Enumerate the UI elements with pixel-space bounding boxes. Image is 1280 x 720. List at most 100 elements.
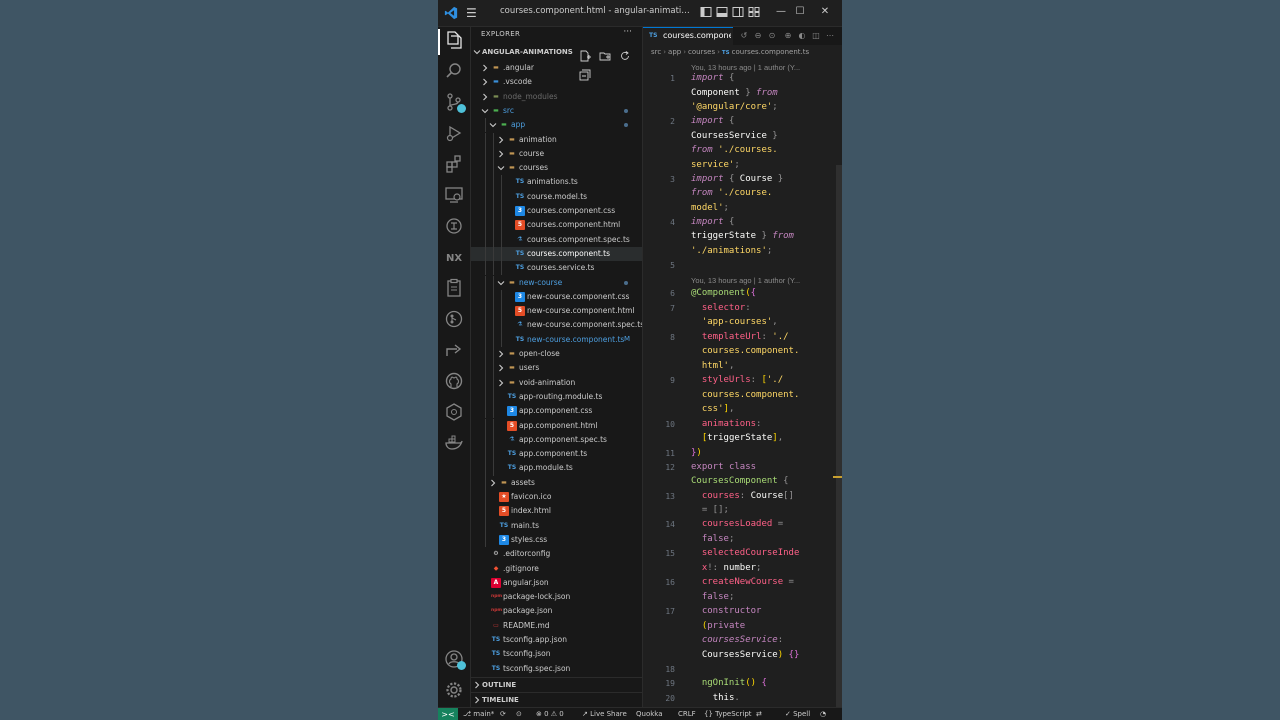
- docker-icon[interactable]: [444, 433, 464, 453]
- tree-item[interactable]: TS new-course.component.ts M: [471, 332, 642, 347]
- tree-item[interactable]: ▬ assets: [471, 475, 642, 490]
- search-icon[interactable]: [444, 61, 464, 81]
- revision-icon[interactable]: ⊙: [767, 30, 777, 42]
- eol-indicator[interactable]: CRLF: [678, 710, 696, 718]
- previous-change-icon[interactable]: ⊖: [753, 30, 763, 42]
- live-share-button[interactable]: ↗ Live Share: [582, 710, 627, 718]
- tree-item[interactable]: 5 index.html: [471, 504, 642, 519]
- compare-icon[interactable]: ◐: [797, 30, 807, 42]
- chevron-right-icon[interactable]: [497, 379, 505, 387]
- tree-item[interactable]: TS tsconfig.spec.json: [471, 662, 642, 676]
- tree-item[interactable]: TS tsconfig.json: [471, 647, 642, 661]
- tree-item[interactable]: ⚗ courses.component.spec.ts: [471, 232, 642, 247]
- more-actions-icon[interactable]: ···: [623, 27, 632, 37]
- toggle-panel-icon[interactable]: [716, 6, 728, 18]
- tree-item[interactable]: 3 app.component.css: [471, 404, 642, 419]
- tree-item[interactable]: Aangular.json: [471, 576, 642, 590]
- language-mode[interactable]: {} TypeScript: [704, 710, 752, 718]
- tree-item[interactable]: ⚗ new-course.component.spec.ts: [471, 318, 642, 333]
- quokka-button[interactable]: Quokka: [636, 710, 663, 718]
- chevron-right-icon[interactable]: [489, 479, 497, 487]
- explorer-icon[interactable]: [444, 30, 464, 50]
- code-editor[interactable]: You, 13 hours ago | 1 author (Y... You, …: [643, 57, 842, 707]
- codelens-blame[interactable]: You, 13 hours ago | 1 author (Y...: [691, 63, 800, 72]
- nx-console-icon[interactable]: NX: [444, 247, 464, 267]
- tree-item[interactable]: ▬ open-close: [471, 347, 642, 362]
- chevron-right-icon[interactable]: [481, 64, 489, 72]
- menu-icon[interactable]: ☰: [466, 6, 480, 20]
- tree-item[interactable]: TS courses.service.ts: [471, 261, 642, 276]
- extensions-icon[interactable]: [444, 154, 464, 174]
- breadcrumb-courses[interactable]: courses: [688, 48, 715, 56]
- tree-item[interactable]: ▬ void-animation: [471, 375, 642, 390]
- tree-item[interactable]: TS animations.ts: [471, 175, 642, 190]
- spell-check[interactable]: ✓ Spell: [785, 710, 810, 718]
- close-button[interactable]: ✕: [816, 4, 834, 20]
- branch-indicator[interactable]: ⎇ main*: [463, 710, 494, 718]
- scrollbar-thumb[interactable]: [836, 165, 842, 707]
- tree-item[interactable]: ◆ .gitignore: [471, 562, 642, 576]
- tree-item[interactable]: TS courses.component.ts: [471, 246, 642, 262]
- more-editor-actions-icon[interactable]: ⋯: [825, 30, 835, 42]
- tree-item[interactable]: 3 courses.component.css: [471, 204, 642, 219]
- tree-item[interactable]: npm package.json: [471, 604, 642, 618]
- tree-item[interactable]: ▬ users: [471, 361, 642, 376]
- customize-layout-icon[interactable]: [748, 6, 760, 18]
- codelens-blame[interactable]: You, 13 hours ago | 1 author (Y...: [691, 276, 800, 285]
- tree-item[interactable]: ★ favicon.ico: [471, 490, 642, 505]
- chevron-right-icon[interactable]: [497, 350, 505, 358]
- chevron-down-icon[interactable]: [489, 121, 497, 129]
- manage-gear-icon[interactable]: [444, 680, 464, 700]
- tree-item[interactable]: TS app.module.ts: [471, 461, 642, 476]
- tree-item[interactable]: 5 new-course.component.html: [471, 304, 642, 319]
- maximize-button[interactable]: ☐: [791, 4, 809, 20]
- remote-status-icon[interactable]: ⇄: [756, 710, 762, 718]
- tree-item[interactable]: 3 new-course.component.css: [471, 289, 642, 305]
- vertical-scrollbar[interactable]: [836, 45, 842, 707]
- tree-item[interactable]: TS tsconfig.app.json: [471, 633, 642, 647]
- breadcrumb-app[interactable]: app: [668, 48, 681, 56]
- tree-item[interactable]: ▬ courses: [471, 161, 642, 176]
- source-control-icon[interactable]: [444, 92, 466, 113]
- vscode-logo-icon[interactable]: [444, 6, 458, 20]
- gitlens-status-icon[interactable]: ⊙: [516, 710, 522, 718]
- tree-item[interactable]: ▬ course: [471, 146, 642, 162]
- breadcrumb-file[interactable]: courses.component.ts: [732, 48, 810, 56]
- tree-item[interactable]: ▬ .vscode: [471, 75, 642, 89]
- tree-item[interactable]: TS app-routing.module.ts: [471, 389, 642, 405]
- tab-courses-component-ts[interactable]: TS courses.compone: [643, 27, 733, 46]
- workspace-root[interactable]: ANGULAR-ANIMATIONS: [471, 46, 642, 81]
- notifications-icon[interactable]: ◔: [820, 710, 826, 718]
- github-icon[interactable]: [444, 371, 464, 391]
- tree-item[interactable]: TS app.component.ts: [471, 447, 642, 462]
- gitlens-icon[interactable]: [444, 309, 464, 329]
- split-editor-icon[interactable]: ◫: [811, 30, 821, 42]
- refresh-icon[interactable]: [619, 47, 631, 60]
- chevron-right-icon[interactable]: [481, 93, 489, 101]
- tree-item[interactable]: npm package-lock.json: [471, 590, 642, 604]
- timeline-section[interactable]: TIMELINE: [471, 692, 642, 707]
- chevron-right-icon[interactable]: [497, 150, 505, 158]
- tree-item[interactable]: ▬ animation: [471, 132, 642, 147]
- next-change-icon[interactable]: ⊕: [783, 30, 793, 42]
- sync-icon[interactable]: ⟳: [500, 710, 506, 718]
- remote-explorer-icon[interactable]: [444, 185, 464, 205]
- tree-item[interactable]: ▬ new-course: [471, 275, 642, 290]
- clipboard-icon[interactable]: [444, 278, 464, 298]
- kubernetes-icon[interactable]: [444, 402, 464, 422]
- tree-item[interactable]: ⚙ .editorconfig: [471, 547, 642, 561]
- minimize-button[interactable]: —: [772, 4, 790, 20]
- testing-icon[interactable]: [444, 216, 464, 236]
- chevron-down-icon[interactable]: [497, 279, 505, 287]
- tree-item[interactable]: ⚗ app.component.spec.ts: [471, 432, 642, 448]
- chevron-down-icon[interactable]: [497, 164, 505, 172]
- live-share-icon[interactable]: [444, 340, 464, 360]
- chevron-right-icon[interactable]: [497, 136, 505, 144]
- tree-item[interactable]: ▭ README.md: [471, 619, 642, 633]
- run-debug-icon[interactable]: [444, 123, 464, 143]
- tree-item[interactable]: 5 app.component.html: [471, 418, 642, 433]
- accounts-icon[interactable]: [444, 649, 466, 670]
- open-changes-icon[interactable]: ↺: [739, 30, 749, 42]
- chevron-right-icon[interactable]: [481, 78, 489, 86]
- chevron-down-icon[interactable]: [481, 107, 489, 115]
